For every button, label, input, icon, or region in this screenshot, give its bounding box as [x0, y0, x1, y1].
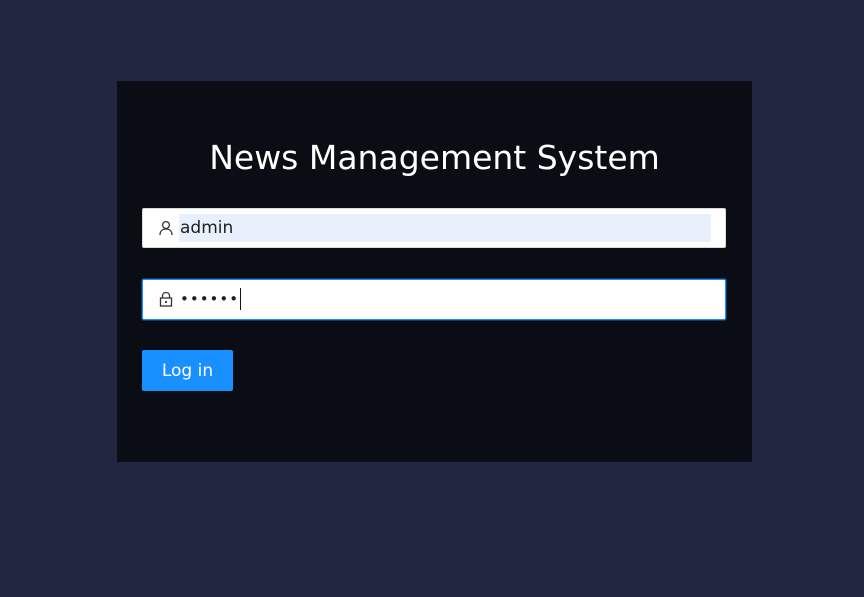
autofill-highlight — [179, 214, 711, 242]
password-field[interactable]: •••••• — [142, 279, 726, 320]
password-mask: •••••• — [180, 290, 240, 308]
lock-icon — [158, 291, 174, 307]
username-field[interactable]: admin — [142, 208, 726, 248]
login-button[interactable]: Log in — [142, 350, 233, 391]
password-value[interactable]: •••••• — [180, 280, 242, 318]
username-value[interactable]: admin — [180, 209, 233, 247]
login-panel: News Management System admin •••••• Log … — [117, 81, 752, 462]
page-title: News Management System — [209, 138, 660, 177]
text-caret — [240, 287, 242, 310]
user-icon — [158, 220, 174, 236]
